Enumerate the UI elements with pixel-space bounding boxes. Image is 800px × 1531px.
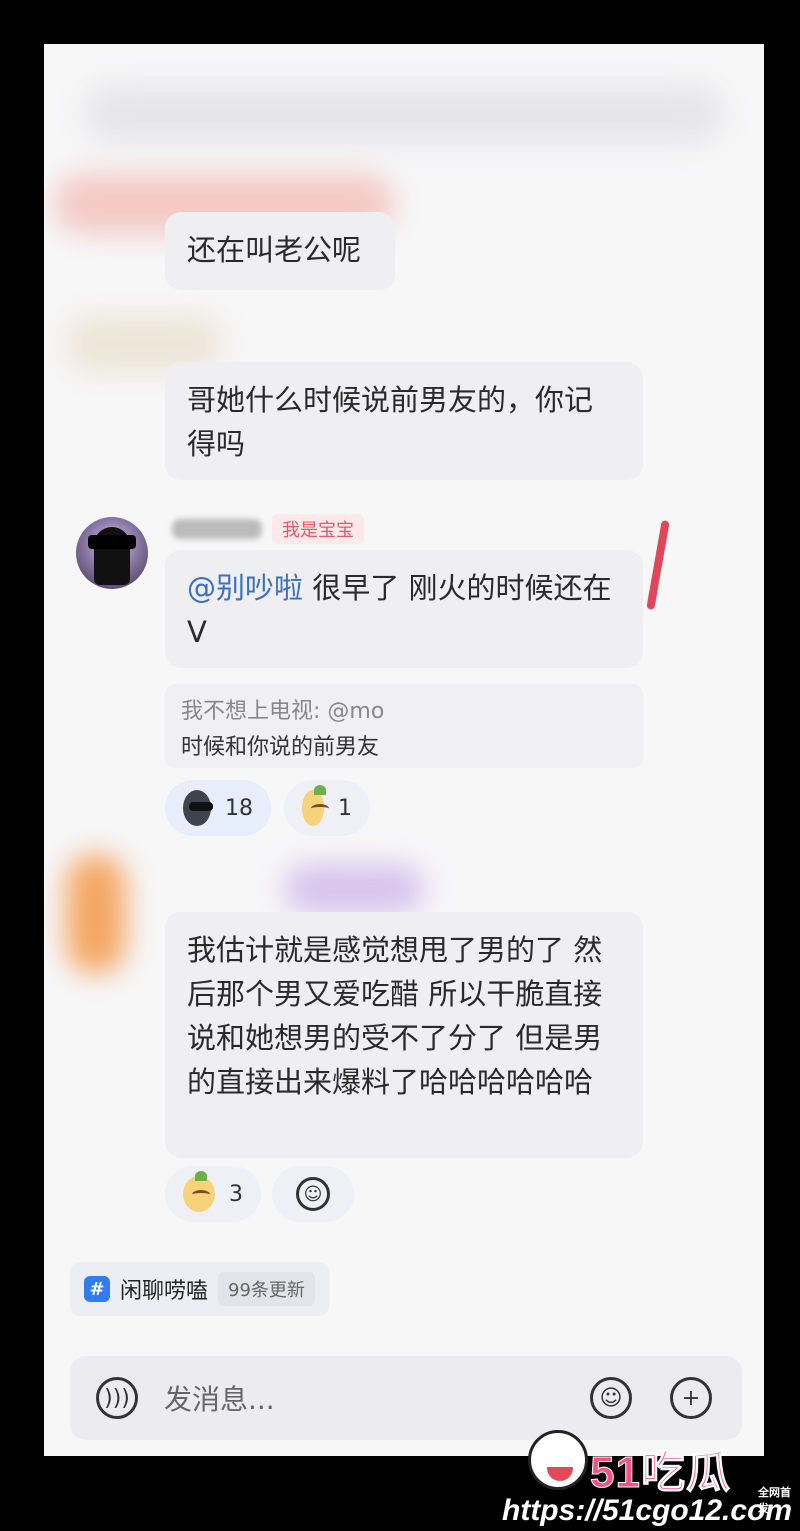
quote-author: 我不想上电视: @mo [181, 699, 385, 724]
watermark-brand: 51吃瓜 [590, 1448, 731, 1498]
topic-name: 闲聊唠嗑 [120, 1279, 209, 1304]
watermark-url: https://51cgo12.com [502, 1494, 793, 1527]
blurred-name-3 [284, 864, 424, 914]
update-count: 99条更新 [218, 1272, 315, 1306]
add-reaction-button[interactable]: ☺ [272, 1166, 354, 1222]
cool-face-emoji-icon [183, 790, 213, 826]
mention-link[interactable]: @别吵啦 [187, 571, 303, 605]
plus-icon[interactable]: + [670, 1377, 712, 1419]
reaction-count: 3 [229, 1181, 243, 1207]
voice-icon[interactable]: ))) [96, 1377, 138, 1419]
quoted-message[interactable]: 我不想上电视: @mo 时候和你说的前男友 [165, 684, 643, 768]
emoji-icon[interactable]: ☺ [590, 1377, 632, 1419]
message-bubble-1: 还在叫老公呢 [165, 212, 395, 290]
message-text: 还在叫老公呢 [187, 233, 362, 267]
blurred-header [84, 84, 724, 144]
cute-face-emoji-icon [302, 785, 329, 826]
message-bubble-4: 我估计就是感觉想甩了男的了 然后那个男又爱吃醋 所以干脆直接说和她想男的受不了分… [165, 912, 643, 1158]
cute-face-emoji-icon [183, 1171, 215, 1212]
quote-text: 时候和你说的前男友 [181, 735, 380, 760]
sender-name-row: 我是宝宝 [172, 512, 364, 546]
status-badge: 我是宝宝 [272, 514, 364, 544]
reaction-count: 18 [225, 795, 253, 821]
hash-icon: # [84, 1276, 110, 1302]
message-input[interactable]: 发消息... [164, 1378, 275, 1418]
redacted-name [172, 519, 262, 539]
message-text: 哥她什么时候说前男友的，你记得吗 [187, 383, 594, 461]
reaction-count: 1 [338, 795, 352, 821]
reaction-cute[interactable]: 1 [284, 780, 370, 836]
site-watermark: 51吃瓜 全网首发 https://51cgo12.com [502, 1430, 798, 1530]
message-bubble-3: @别吵啦 很早了 刚火的时候还在V [165, 550, 643, 668]
reaction-cute[interactable]: 3 [165, 1166, 261, 1222]
reaction-cool[interactable]: 18 [165, 780, 271, 836]
blurred-avatar-3 [66, 854, 126, 974]
message-input-bar: ))) 发消息... ☺ + [70, 1356, 742, 1440]
mascot-logo-icon [528, 1430, 588, 1490]
topic-chip[interactable]: # 闲聊唠嗑 99条更新 [70, 1262, 329, 1316]
avatar[interactable] [76, 517, 148, 589]
message-bubble-2: 哥她什么时候说前男友的，你记得吗 [165, 362, 643, 480]
add-emoji-icon: ☺ [296, 1177, 330, 1211]
message-text: 我估计就是感觉想甩了男的了 然后那个男又爱吃醋 所以干脆直接说和她想男的受不了分… [187, 933, 603, 1099]
